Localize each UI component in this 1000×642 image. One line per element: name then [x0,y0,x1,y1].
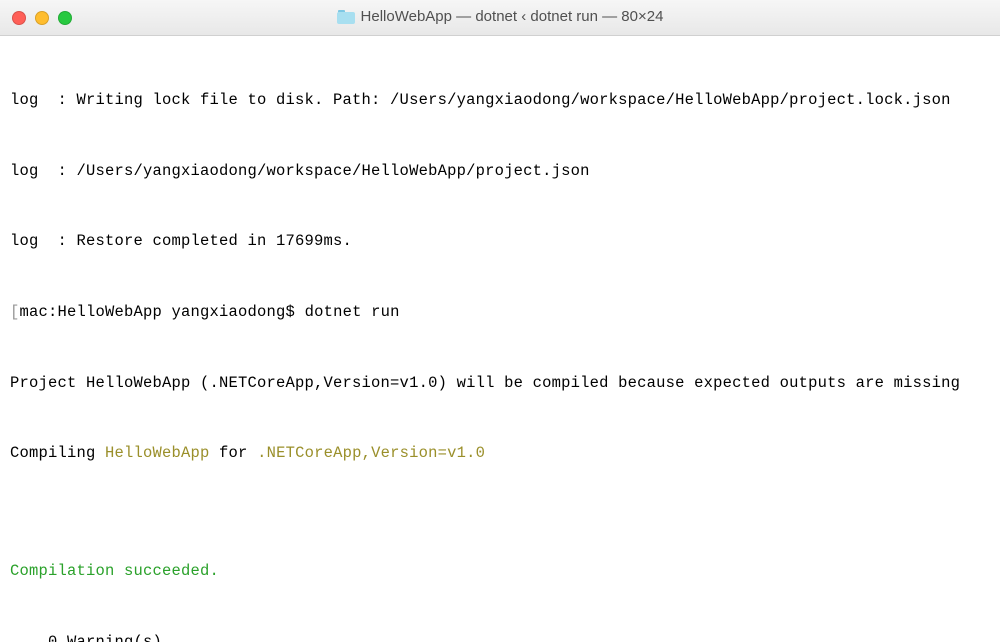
framework-name: .NETCoreApp,Version=v1.0 [257,444,485,462]
maximize-icon[interactable] [58,11,72,25]
title-dimensions: — 80×24 [598,8,663,25]
terminal-viewport[interactable]: log : Writing lock file to disk. Path: /… [0,36,1000,642]
project-name: HelloWebApp [105,444,210,462]
title-folder: HelloWebApp [361,8,452,25]
close-icon[interactable] [12,11,26,25]
output-line: log : Writing lock file to disk. Path: /… [10,89,990,113]
prompt-line: [mac:HelloWebApp yangxiaodong$ dotnet ru… [10,301,990,325]
window-titlebar: HelloWebApp — dotnet ‹ dotnet run — 80×2… [0,0,1000,36]
output-line: 0 Warning(s) [10,631,990,642]
output-line: log : /Users/yangxiaodong/workspace/Hell… [10,160,990,184]
title-command: dotnet run [530,8,598,25]
shell-prompt: mac:HelloWebApp yangxiaodong$ [20,303,305,321]
output-line: Project HelloWebApp (.NETCoreApp,Version… [10,372,990,396]
output-line: log : Restore completed in 17699ms. [10,230,990,254]
title-text: HelloWebApp — dotnet ‹ dotnet run — 80×2… [361,6,664,29]
window-title: HelloWebApp — dotnet ‹ dotnet run — 80×2… [0,6,1000,29]
folder-icon [337,10,355,24]
output-line: Compiling HelloWebApp for .NETCoreApp,Ve… [10,442,990,466]
compilation-status: Compilation succeeded. [10,560,990,584]
title-process: dotnet [475,8,517,25]
shell-command: dotnet run [305,303,400,321]
traffic-lights [0,11,72,25]
minimize-icon[interactable] [35,11,49,25]
